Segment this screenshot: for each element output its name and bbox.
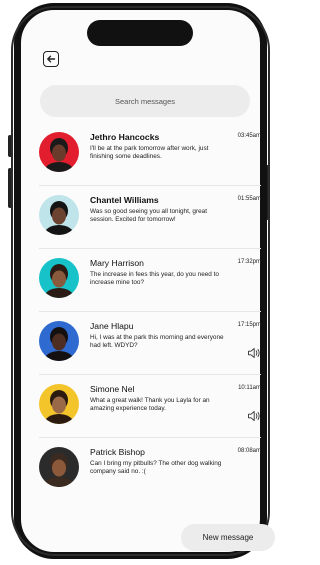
search-input[interactable]: Search messages	[40, 85, 250, 117]
new-message-button[interactable]: New message	[181, 524, 275, 551]
avatar	[39, 321, 79, 361]
contact-name: Mary Harrison	[90, 258, 144, 268]
avatar-face	[52, 396, 66, 414]
message-preview: Hi, I was at the park this morning and e…	[90, 334, 224, 350]
timestamp: 17:15pm	[237, 322, 261, 328]
contact-name: Jethro Hancocks	[90, 132, 160, 142]
phone-frame: Search messages Jethro Hancocks I'll be …	[11, 3, 275, 559]
side-button	[8, 135, 12, 157]
contact-name: Simone Nel	[90, 384, 135, 394]
divider	[39, 374, 261, 375]
contact-name: Chantel Williams	[90, 195, 159, 205]
avatar	[39, 132, 79, 172]
avatar-face	[52, 207, 66, 225]
conversation-item[interactable]: Chantel Williams Was so good seeing you …	[39, 187, 261, 249]
message-preview: The increase in fees this year, do you n…	[90, 271, 219, 287]
contact-name: Jane Hlapu	[90, 321, 134, 331]
message-preview: What a great walk! Thank you Layla for a…	[90, 397, 210, 413]
search-placeholder: Search messages	[114, 96, 176, 106]
avatar	[39, 258, 79, 298]
message-preview: I'll be at the park tomorrow after work,…	[90, 145, 209, 161]
conversation-item[interactable]: Patrick Bishop Can I bring my pitbulls? …	[39, 439, 261, 501]
conversation-item[interactable]: Jethro Hancocks I'll be at the park tomo…	[39, 124, 261, 186]
back-button[interactable]	[43, 51, 59, 67]
notch	[87, 20, 193, 46]
avatar	[39, 384, 79, 424]
speaker-icon[interactable]	[247, 347, 261, 359]
conversation-item[interactable]: Mary Harrison The increase in fees this …	[39, 250, 261, 312]
avatar-face	[52, 459, 66, 477]
divider	[39, 248, 261, 249]
timestamp: 10:11am	[238, 385, 261, 391]
contact-name: Patrick Bishop	[90, 447, 145, 457]
timestamp: 08:08am	[237, 448, 261, 454]
avatar	[39, 195, 79, 235]
avatar-face	[52, 333, 66, 351]
side-button	[8, 168, 12, 208]
conversation-item[interactable]: Simone Nel What a great walk! Thank you …	[39, 376, 261, 438]
timestamp: 17:32pm	[237, 259, 261, 265]
avatar-face	[52, 144, 66, 162]
back-arrow-icon	[47, 55, 56, 63]
divider	[39, 311, 261, 312]
divider	[39, 185, 261, 186]
message-preview: Can I bring my pitbulls? The other dog w…	[90, 460, 222, 476]
timestamp: 01:55am	[237, 196, 261, 202]
avatar	[39, 447, 79, 487]
avatar-face	[52, 270, 66, 288]
divider	[39, 437, 261, 438]
timestamp: 03:45am	[237, 133, 261, 139]
message-preview: Was so good seeing you all tonight, grea…	[90, 208, 207, 224]
conversation-item[interactable]: Jane Hlapu Hi, I was at the park this mo…	[39, 313, 261, 375]
speaker-icon[interactable]	[247, 410, 261, 422]
